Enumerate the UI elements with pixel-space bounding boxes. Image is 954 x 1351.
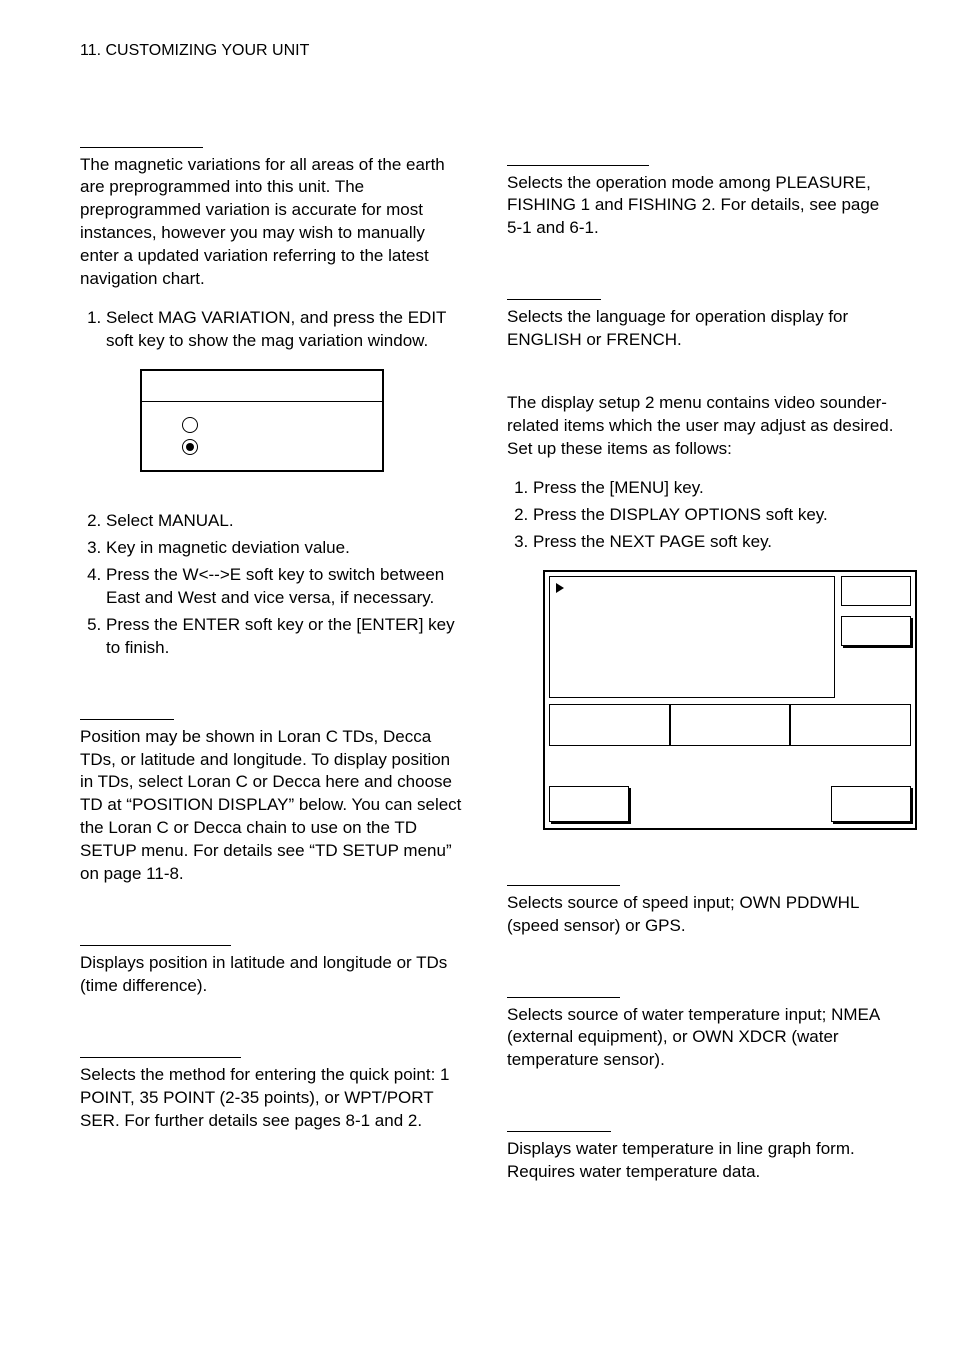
diagram-bottom-left — [549, 786, 629, 822]
temp-graph-paragraph: Displays water temperature in line graph… — [507, 1138, 894, 1184]
heading-temp-source — [507, 972, 620, 998]
heading-set-goto — [80, 1032, 241, 1058]
operation-mode-paragraph: Selects the operation mode among PLEASUR… — [507, 172, 894, 241]
heading-language — [507, 274, 601, 300]
heading-position-display — [80, 920, 231, 946]
radio-auto-icon — [182, 417, 198, 433]
mag-step-1: Select MAG VARIATION, and press the EDIT… — [106, 307, 467, 353]
diagram-softkey-1 — [841, 576, 911, 606]
display-setup2-steps: Press the [MENU] key. Press the DISPLAY … — [507, 477, 894, 554]
left-column: The magnetic variations for all areas of… — [80, 122, 467, 1201]
diagram-list-panel — [549, 576, 835, 698]
mag-step-3: Key in magnetic deviation value. — [106, 537, 467, 560]
diagram-mid-cell-1 — [549, 704, 671, 746]
set-goto-paragraph: Selects the method for entering the quic… — [80, 1064, 467, 1133]
td-display-paragraph: Position may be shown in Loran C TDs, De… — [80, 726, 467, 887]
diagram-softkey-2 — [841, 616, 911, 646]
display-options-diagram — [543, 570, 917, 830]
mag-step-4: Press the W<-->E soft key to switch betw… — [106, 564, 467, 610]
ds2-step-1: Press the [MENU] key. — [533, 477, 894, 500]
position-display-paragraph: Displays position in latitude and longit… — [80, 952, 467, 998]
right-column: Selects the operation mode among PLEASUR… — [507, 122, 894, 1201]
mag-variation-paragraph: The magnetic variations for all areas of… — [80, 154, 467, 292]
mag-step-5: Press the ENTER soft key or the [ENTER] … — [106, 614, 467, 660]
mag-variation-steps-cont: Select MANUAL. Key in magnetic deviation… — [80, 510, 467, 660]
language-paragraph: Selects the language for operation displ… — [507, 306, 894, 352]
mag-variation-window-diagram — [140, 369, 384, 472]
display-setup2-intro: The display setup 2 menu contains video … — [507, 392, 894, 461]
ds2-step-2: Press the DISPLAY OPTIONS soft key. — [533, 504, 894, 527]
heading-mag-variation — [80, 122, 203, 148]
heading-td-display — [80, 694, 174, 720]
ds2-step-3: Press the NEXT PAGE soft key. — [533, 531, 894, 554]
page-header: 11. CUSTOMIZING YOUR UNIT — [80, 40, 894, 62]
diagram-bottom-right — [831, 786, 911, 822]
heading-speed-source — [507, 860, 620, 886]
mag-variation-steps: Select MAG VARIATION, and press the EDIT… — [80, 307, 467, 353]
diagram-mid-cell-2 — [669, 704, 791, 746]
diagram-mid-cell-3 — [789, 704, 911, 746]
diagram-header-bar — [142, 371, 382, 402]
heading-operation-mode — [507, 140, 649, 166]
mag-step-2: Select MANUAL. — [106, 510, 467, 533]
temp-source-paragraph: Selects source of water temperature inpu… — [507, 1004, 894, 1073]
heading-temp-graph — [507, 1106, 611, 1132]
radio-manual-icon — [182, 439, 198, 455]
speed-source-paragraph: Selects source of speed input; OWN PDDWH… — [507, 892, 894, 938]
list-cursor-icon — [556, 583, 564, 593]
